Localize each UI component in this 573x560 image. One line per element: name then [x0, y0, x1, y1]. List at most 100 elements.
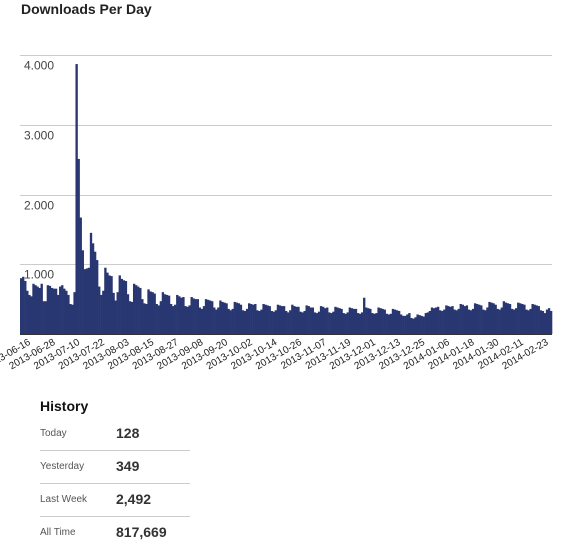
bar [488, 301, 491, 334]
bar [443, 309, 446, 334]
bar [243, 310, 247, 334]
bar [533, 304, 536, 334]
y-tick-label: 2.000 [24, 199, 54, 213]
bar [400, 314, 403, 334]
bar [508, 304, 512, 334]
bar [315, 313, 319, 334]
bar [151, 292, 154, 334]
bar [217, 307, 220, 334]
bar [535, 305, 538, 334]
bar [83, 269, 87, 334]
bar [227, 308, 230, 334]
bar [313, 312, 317, 334]
bar [389, 313, 393, 334]
bar [44, 301, 47, 334]
bar [408, 313, 411, 334]
bar [200, 308, 204, 334]
bar [260, 309, 263, 334]
history-label: Yesterday [40, 461, 85, 472]
bar [395, 310, 399, 334]
bar [297, 306, 300, 334]
bar [141, 299, 144, 335]
bar [184, 306, 187, 334]
bar [75, 64, 78, 334]
bar [258, 310, 261, 334]
bar [147, 289, 150, 334]
bar [176, 294, 179, 334]
bar [422, 316, 425, 334]
bar [211, 301, 214, 334]
bar [498, 309, 501, 334]
bar [492, 303, 495, 334]
bar [529, 308, 532, 334]
bar [299, 311, 302, 334]
bar [414, 317, 417, 334]
bar [486, 307, 489, 334]
bar [73, 292, 76, 334]
bar [404, 315, 407, 334]
bar [139, 287, 142, 334]
bar [371, 313, 374, 334]
bar [69, 304, 72, 334]
bar [248, 303, 251, 334]
bar [521, 304, 524, 334]
bar [420, 315, 423, 334]
bar [192, 298, 195, 334]
history-separator [40, 450, 190, 451]
downloads-chart: 1.000 2.000 3.000 4.000 2013-06-162013-06-2… [0, 55, 553, 372]
history-value: 128 [116, 425, 140, 441]
bar [106, 272, 109, 334]
history-separator [40, 516, 190, 517]
history-label: Today [40, 428, 67, 439]
bar [280, 306, 284, 334]
bar [221, 301, 224, 334]
bar [102, 290, 105, 334]
bar [439, 310, 442, 334]
bar [490, 302, 493, 334]
bar [471, 308, 475, 334]
bar [52, 288, 56, 334]
bar [465, 305, 469, 334]
bar [519, 303, 522, 334]
bar [543, 313, 547, 334]
bar [157, 305, 160, 334]
history-value: 2,492 [116, 491, 152, 507]
bar [287, 312, 290, 334]
bar [467, 309, 471, 334]
history-label: All Time [40, 527, 76, 538]
bar [512, 309, 516, 334]
bar [432, 308, 436, 334]
bar [149, 291, 152, 334]
bar [301, 312, 304, 334]
bar [274, 310, 278, 334]
bar [379, 308, 382, 334]
gridlines [20, 55, 552, 265]
bar [332, 311, 335, 334]
bar [219, 300, 222, 334]
bar [541, 310, 545, 334]
bar [478, 304, 481, 334]
bar [264, 304, 267, 334]
bar [172, 306, 175, 334]
bar [198, 307, 202, 334]
x-axis-ticks: 2013-06-162013-06-282013-07-102013-07-22… [0, 337, 551, 372]
y-tick-label: 3.000 [24, 129, 54, 143]
bar [59, 286, 62, 334]
bar [346, 312, 349, 334]
history-separator [40, 483, 190, 484]
bar [24, 280, 27, 334]
bar [276, 304, 280, 334]
bar [206, 299, 210, 334]
bar [500, 307, 503, 334]
bar [455, 310, 458, 334]
bar [369, 308, 372, 334]
history-value: 349 [116, 458, 140, 474]
bar [145, 304, 148, 334]
bar [350, 308, 354, 334]
bar [93, 251, 97, 334]
bar [32, 283, 35, 334]
bar [155, 304, 158, 334]
bar [531, 304, 534, 334]
bar [130, 301, 134, 334]
bar [457, 308, 460, 334]
